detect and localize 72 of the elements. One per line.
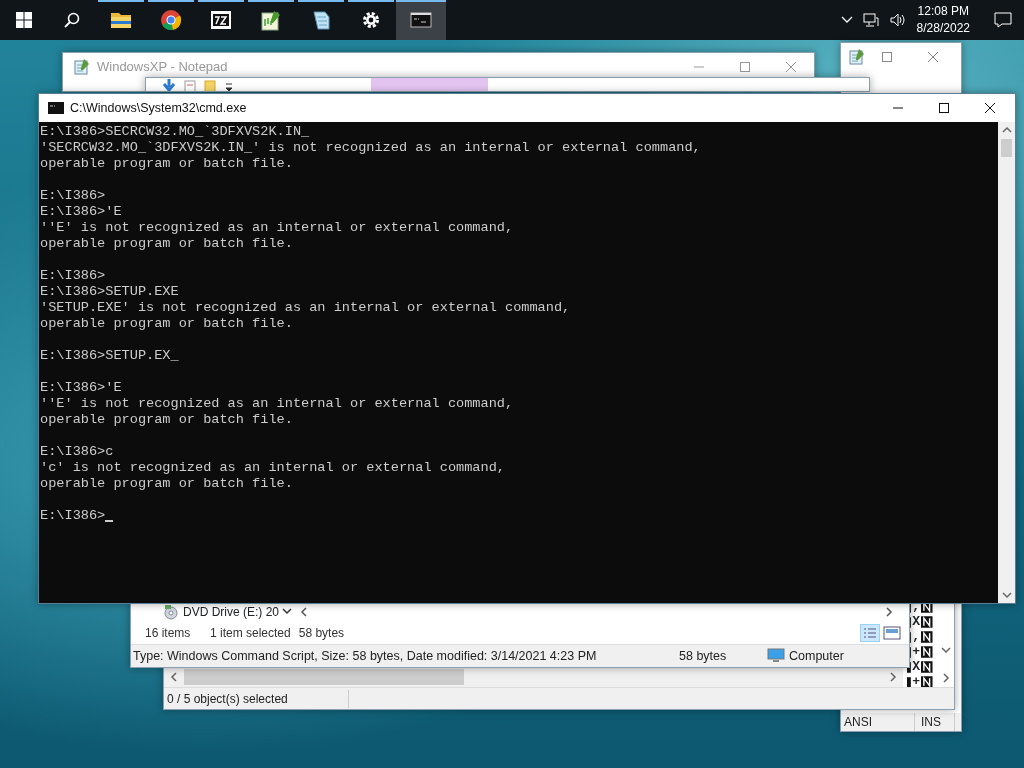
item-count: 16 items [145,624,192,642]
console-line: E:\I386> [40,508,106,523]
archive-icon[interactable] [210,9,232,31]
console-line: operable program or batch file. [40,236,293,251]
status-text: ANSI [841,713,915,731]
browser-icon[interactable] [160,9,182,31]
notification-icon[interactable] [994,12,1012,28]
console-line: E:\I386>SECRCW32.MO_`3DFXVS2K.IN_ [40,124,310,139]
details-view-button[interactable] [860,623,880,642]
chevron-down-icon[interactable] [282,608,293,616]
clock-time[interactable]: 12:08 PM [916,3,970,20]
maximize-button[interactable] [936,100,952,116]
boxed-glyph-icon [921,645,933,658]
notepad-icon [73,58,91,76]
window-title: C:\Windows\System32\cmd.exe [70,99,248,117]
chevron-left-icon[interactable] [170,672,178,683]
search-button[interactable] [64,12,80,28]
console-icon [48,102,64,114]
window-title: WindowsXP - Notepad [97,58,229,77]
location-text: Computer [789,647,844,665]
clock-date[interactable]: 8/28/2022 [916,20,970,37]
notepad-icon[interactable] [310,9,332,31]
chevron-up-icon[interactable] [840,16,853,24]
console-line: 'SETUP.EXE' is not recognized as an internal or external command, [40,300,571,315]
console-line: E:\I386> [40,268,106,283]
scroll-up-icon[interactable] [1001,126,1012,134]
volume-icon[interactable] [888,12,907,28]
close-button[interactable] [982,100,998,116]
chevron-right-icon[interactable] [889,672,897,683]
start-button[interactable] [16,12,32,28]
console-icon[interactable] [410,9,432,31]
network-icon[interactable] [862,12,879,28]
nav-item[interactable]: DVD Drive (E:) 20 [183,603,280,621]
arrow-down-icon[interactable] [162,79,176,91]
block-glyph-icon [907,675,911,688]
console-line: operable program or batch file. [40,476,293,491]
boxed-glyph-icon [921,660,933,673]
notepad-icon [848,48,866,66]
chevron-down-icon[interactable] [940,647,951,656]
boxed-glyph-icon [921,630,933,643]
console-line: ''E' is not recognized as an internal or external command, [40,396,514,411]
console-line: operable program or batch file. [40,412,293,427]
console-line: E:\I386>'E [40,204,122,219]
chevron-right-icon[interactable] [941,673,950,684]
boxed-glyph-icon [921,615,933,628]
scroll-down-icon[interactable] [1001,591,1012,599]
file-size: 58 bytes [679,647,728,665]
taskbar-button[interactable] [396,0,446,40]
status-text: INS [915,713,955,731]
boxed-glyph-icon [921,675,933,688]
console-line: E:\I386> [40,188,106,203]
console-line: operable program or batch file. [40,316,293,331]
console-line: operable program or batch file. [40,156,293,171]
console-line: 'c' is not recognized as an internal or external command, [40,460,505,475]
selection-size: 58 bytes [298,624,345,642]
status-text: 0 / 5 object(s) selected [164,689,349,708]
disc-drive-icon[interactable] [163,604,179,620]
chevron-left-icon[interactable] [300,607,309,617]
console-line: E:\I386>'E [40,380,122,395]
console-line: ''E' is not recognized as an internal or external command, [40,220,514,235]
console-line: E:\I386>SETUP.EX_ [40,348,179,363]
console-line: 'SECRCW32.MO_`3DFXVS2K.IN_' is not recognized as an internal or external command, [40,140,701,155]
text-cursor [105,520,114,522]
chevron-right-icon[interactable] [885,607,893,617]
editor-icon[interactable] [260,9,282,31]
computer-icon [767,648,785,664]
console-line: E:\I386>c [40,444,114,459]
details-text: Type: Windows Command Script, Size: 58 bytes, Date modified: 3/14/2021 4:23 PM [133,647,598,665]
selection-text: 1 item selected [210,624,291,642]
settings-icon[interactable] [360,9,382,31]
console-line: E:\I386>SETUP.EXE [40,284,179,299]
preview-view-button[interactable] [883,625,901,640]
